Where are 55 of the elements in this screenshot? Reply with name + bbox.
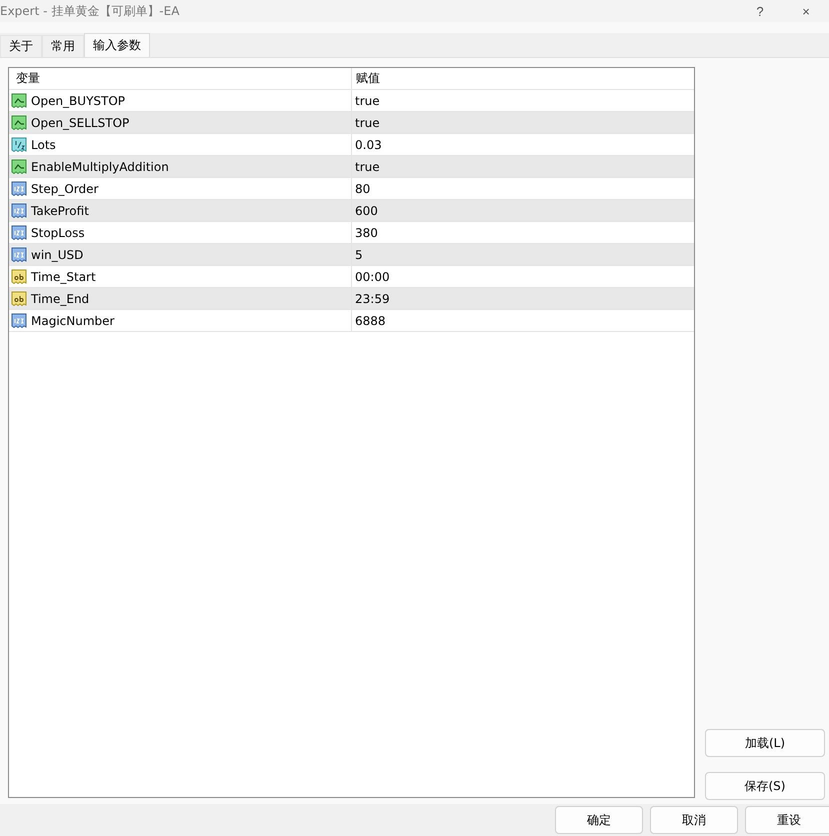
fraction-icon — [11, 136, 27, 152]
ok-button[interactable]: 确定 — [555, 806, 643, 834]
parameter-row[interactable]: Step_Order 80 — [9, 178, 694, 200]
parameter-row[interactable]: EnableMultiplyAddition true — [9, 156, 694, 178]
number-icon — [11, 246, 27, 262]
cancel-button[interactable]: 取消 — [650, 806, 738, 834]
toggle-icon — [11, 92, 27, 108]
toggle-icon — [11, 114, 27, 130]
text-icon — [11, 268, 27, 284]
toggle-icon — [11, 158, 27, 174]
parameter-value: 380 — [351, 222, 694, 243]
parameter-value: true — [351, 156, 694, 177]
parameter-value: true — [351, 90, 694, 111]
parameter-name: Open_BUYSTOP — [31, 94, 126, 108]
parameter-value: 00:00 — [351, 266, 694, 287]
number-icon — [11, 312, 27, 328]
parameter-name: MagicNumber — [31, 314, 114, 328]
window-title: Expert - 挂单黄金【可刷单】-EA — [0, 2, 180, 20]
parameter-name: StopLoss — [31, 226, 85, 240]
parameter-name: TakeProfit — [31, 204, 89, 218]
close-button[interactable]: × — [783, 0, 829, 22]
parameter-row[interactable]: MagicNumber 6888 — [9, 310, 694, 332]
parameter-name: Time_End — [31, 292, 90, 306]
parameter-row[interactable]: Time_End 23:59 — [9, 288, 694, 310]
parameter-value: 80 — [351, 178, 694, 199]
number-icon — [11, 180, 27, 196]
save-button[interactable]: 保存(S) — [705, 772, 825, 800]
tab[interactable]: 关于 — [0, 35, 42, 57]
parameter-value: true — [351, 112, 694, 133]
parameter-row[interactable]: win_USD 5 — [9, 244, 694, 266]
parameter-name: Lots — [31, 138, 56, 152]
parameter-value: 0.03 — [351, 134, 694, 155]
help-button[interactable]: ? — [737, 0, 783, 22]
parameter-value: 5 — [351, 244, 694, 265]
tab[interactable]: 输入参数 — [84, 33, 150, 57]
parameter-name: Open_SELLSTOP — [31, 116, 130, 130]
parameter-name: Step_Order — [31, 182, 98, 196]
parameter-name: win_USD — [31, 248, 84, 262]
text-icon — [11, 290, 27, 306]
parameter-value: 23:59 — [351, 288, 694, 309]
number-icon — [11, 202, 27, 218]
parameter-row[interactable]: Time_Start 00:00 — [9, 266, 694, 288]
parameter-row[interactable]: TakeProfit 600 — [9, 200, 694, 222]
parameter-value: 6888 — [351, 310, 694, 331]
parameter-name: Time_Start — [31, 270, 96, 284]
reset-button[interactable]: 重设 — [745, 806, 829, 834]
parameter-row[interactable]: Open_BUYSTOP true — [9, 90, 694, 112]
parameter-row[interactable]: StopLoss 380 — [9, 222, 694, 244]
load-button[interactable]: 加载(L) — [705, 729, 825, 757]
parameter-name: EnableMultiplyAddition — [31, 160, 169, 174]
parameter-row[interactable]: Open_SELLSTOP true — [9, 112, 694, 134]
number-icon — [11, 224, 27, 240]
parameter-value: 600 — [351, 200, 694, 221]
tab[interactable]: 常用 — [42, 35, 84, 57]
parameter-row[interactable]: Lots 0.03 — [9, 134, 694, 156]
